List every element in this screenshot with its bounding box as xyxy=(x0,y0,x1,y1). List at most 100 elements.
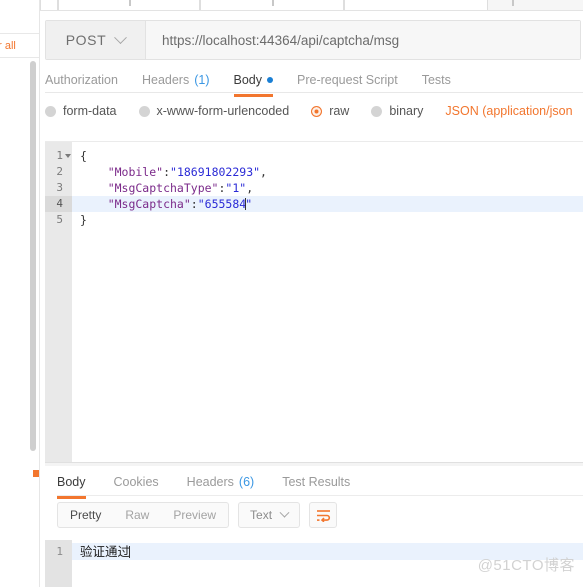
new-tab-button[interactable] xyxy=(488,0,583,10)
content-type-select[interactable]: JSON (application/json xyxy=(445,104,572,118)
tab-tests[interactable]: Tests xyxy=(422,64,451,97)
code-line: { xyxy=(72,148,583,164)
request-response-pane: POST https://localhost:44364/api/captcha… xyxy=(40,0,583,587)
response-tab-cookies[interactable]: Cookies xyxy=(114,466,159,499)
word-wrap-button[interactable] xyxy=(309,502,338,528)
request-tab[interactable] xyxy=(200,0,344,10)
response-text: 验证通过 xyxy=(80,544,131,559)
request-tab[interactable] xyxy=(58,0,200,10)
json-value: "1" xyxy=(225,181,247,195)
postman-window: ar all | — L | | : - = | : : = | xyxy=(0,0,583,587)
body-type-options: form-data x-www-form-urlencoded raw bina… xyxy=(45,93,583,129)
list-item[interactable] xyxy=(0,524,39,555)
view-mode-group: Pretty Raw Preview xyxy=(57,502,230,528)
tab-caret-icon xyxy=(129,0,131,6)
word-wrap-icon xyxy=(316,509,330,522)
tab-label: Body xyxy=(233,73,263,87)
editor-code-area[interactable]: { "Mobile":"18691802293", "MsgCaptchaTyp… xyxy=(72,142,583,462)
tab-label: Headers xyxy=(186,475,234,489)
list-item[interactable]: : xyxy=(0,462,39,493)
sidebar-accent-marker xyxy=(33,470,39,477)
response-body-view[interactable]: 1 验证通过 xyxy=(45,540,583,587)
code-text: { xyxy=(80,149,87,163)
tab-label: Pre-request Script xyxy=(297,73,398,87)
code-line: } xyxy=(72,212,583,228)
body-type-label: x-www-form-urlencoded xyxy=(156,104,290,118)
response-tab-headers[interactable]: Headers (6) xyxy=(187,466,255,499)
json-colon: : xyxy=(163,165,171,179)
tab-pre-request-script[interactable]: Pre-request Script xyxy=(297,64,398,97)
radio-icon[interactable] xyxy=(138,105,150,117)
view-mode-pretty[interactable]: Pretty xyxy=(58,503,113,527)
line-number: 1 xyxy=(45,148,72,164)
chevron-down-icon xyxy=(114,30,128,44)
request-tab[interactable] xyxy=(40,0,58,10)
tab-label: Tests xyxy=(421,73,451,87)
response-tab-test-results[interactable]: Test Results xyxy=(282,466,350,499)
history-list[interactable]: | — L | | : - = | : : = | xyxy=(0,59,39,587)
radio-icon[interactable] xyxy=(45,105,56,117)
request-tab-strip[interactable] xyxy=(40,0,583,11)
fold-arrow-icon[interactable] xyxy=(65,154,71,158)
radio-icon[interactable] xyxy=(371,105,383,117)
tab-label: Body xyxy=(57,475,86,489)
body-type-label: form-data xyxy=(63,104,117,118)
format-label: Text xyxy=(250,508,273,522)
tab-label: Test Results xyxy=(282,475,351,489)
line-number: 1 xyxy=(56,545,63,558)
line-number: 3 xyxy=(56,181,63,194)
code-line: "Mobile":"18691802293", xyxy=(72,164,583,180)
view-mode-preview[interactable]: Preview xyxy=(161,503,228,527)
url-input[interactable]: https://localhost:44364/api/captcha/msg xyxy=(146,21,580,59)
tab-authorization[interactable]: Authorization xyxy=(45,64,118,97)
clear-all-button[interactable]: ar all xyxy=(0,34,39,58)
radio-icon-selected[interactable] xyxy=(311,105,323,117)
code-line-active: "MsgCaptcha":"655584" xyxy=(72,196,583,212)
chevron-down-icon xyxy=(279,507,290,518)
body-type-urlencoded[interactable]: x-www-form-urlencoded xyxy=(138,104,290,118)
tab-headers[interactable]: Headers (1) xyxy=(142,64,210,97)
tab-caret-icon xyxy=(272,0,274,6)
list-item[interactable]: | xyxy=(0,555,39,586)
tab-count: (1) xyxy=(194,73,210,87)
view-mode-raw[interactable]: Raw xyxy=(113,503,161,527)
json-value: "655584 xyxy=(197,197,247,211)
list-item[interactable]: = xyxy=(0,493,39,524)
code-text: } xyxy=(80,213,87,227)
sidebar-tabstrip xyxy=(0,0,39,34)
json-colon: : xyxy=(190,197,198,211)
tab-body[interactable]: Body xyxy=(233,64,273,97)
http-method-label: POST xyxy=(65,32,107,48)
json-value: "18691802293" xyxy=(170,165,261,179)
history-sidebar: ar all | — L | | : - = | : : = | xyxy=(0,0,40,587)
tab-label: Headers xyxy=(141,73,190,87)
editor-gutter: 1 2 3 4 5 xyxy=(45,142,72,462)
body-type-form-data[interactable]: form-data xyxy=(45,104,117,118)
sidebar-scrollbar[interactable] xyxy=(30,61,36,451)
body-type-binary[interactable]: binary xyxy=(371,104,423,118)
tab-label: Cookies xyxy=(113,475,159,489)
response-code-area[interactable]: 验证通过 xyxy=(72,540,583,587)
http-method-select[interactable]: POST xyxy=(46,21,146,59)
request-body-editor[interactable]: 1 2 3 4 5 { "Mobile":"18691802293", "Msg… xyxy=(45,141,583,462)
response-gutter: 1 xyxy=(45,540,72,587)
response-tab-body[interactable]: Body xyxy=(57,466,86,499)
body-type-label: raw xyxy=(329,104,350,118)
body-type-raw[interactable]: raw xyxy=(311,104,349,118)
clear-all-label: ar all xyxy=(0,39,16,52)
json-key: "MsgCaptcha" xyxy=(80,197,191,211)
line-number: 2 xyxy=(56,165,63,178)
request-tab-active[interactable] xyxy=(344,0,488,10)
line-number-active: 4 xyxy=(45,196,72,212)
request-tabs: Authorization Headers (1) Body Pre-reque… xyxy=(45,60,583,97)
line-number-text: 1 xyxy=(56,149,63,162)
tab-label: Authorization xyxy=(45,73,118,87)
response-line: 验证通过 xyxy=(72,543,583,560)
modified-dot-icon xyxy=(267,77,273,83)
tab-count: (6) xyxy=(238,475,255,489)
response-format-select[interactable]: Text xyxy=(238,502,301,528)
url-bar: POST https://localhost:44364/api/captcha… xyxy=(45,20,581,60)
body-type-label: binary xyxy=(389,104,424,118)
json-value-end: " xyxy=(245,197,253,211)
text-cursor xyxy=(129,546,131,558)
